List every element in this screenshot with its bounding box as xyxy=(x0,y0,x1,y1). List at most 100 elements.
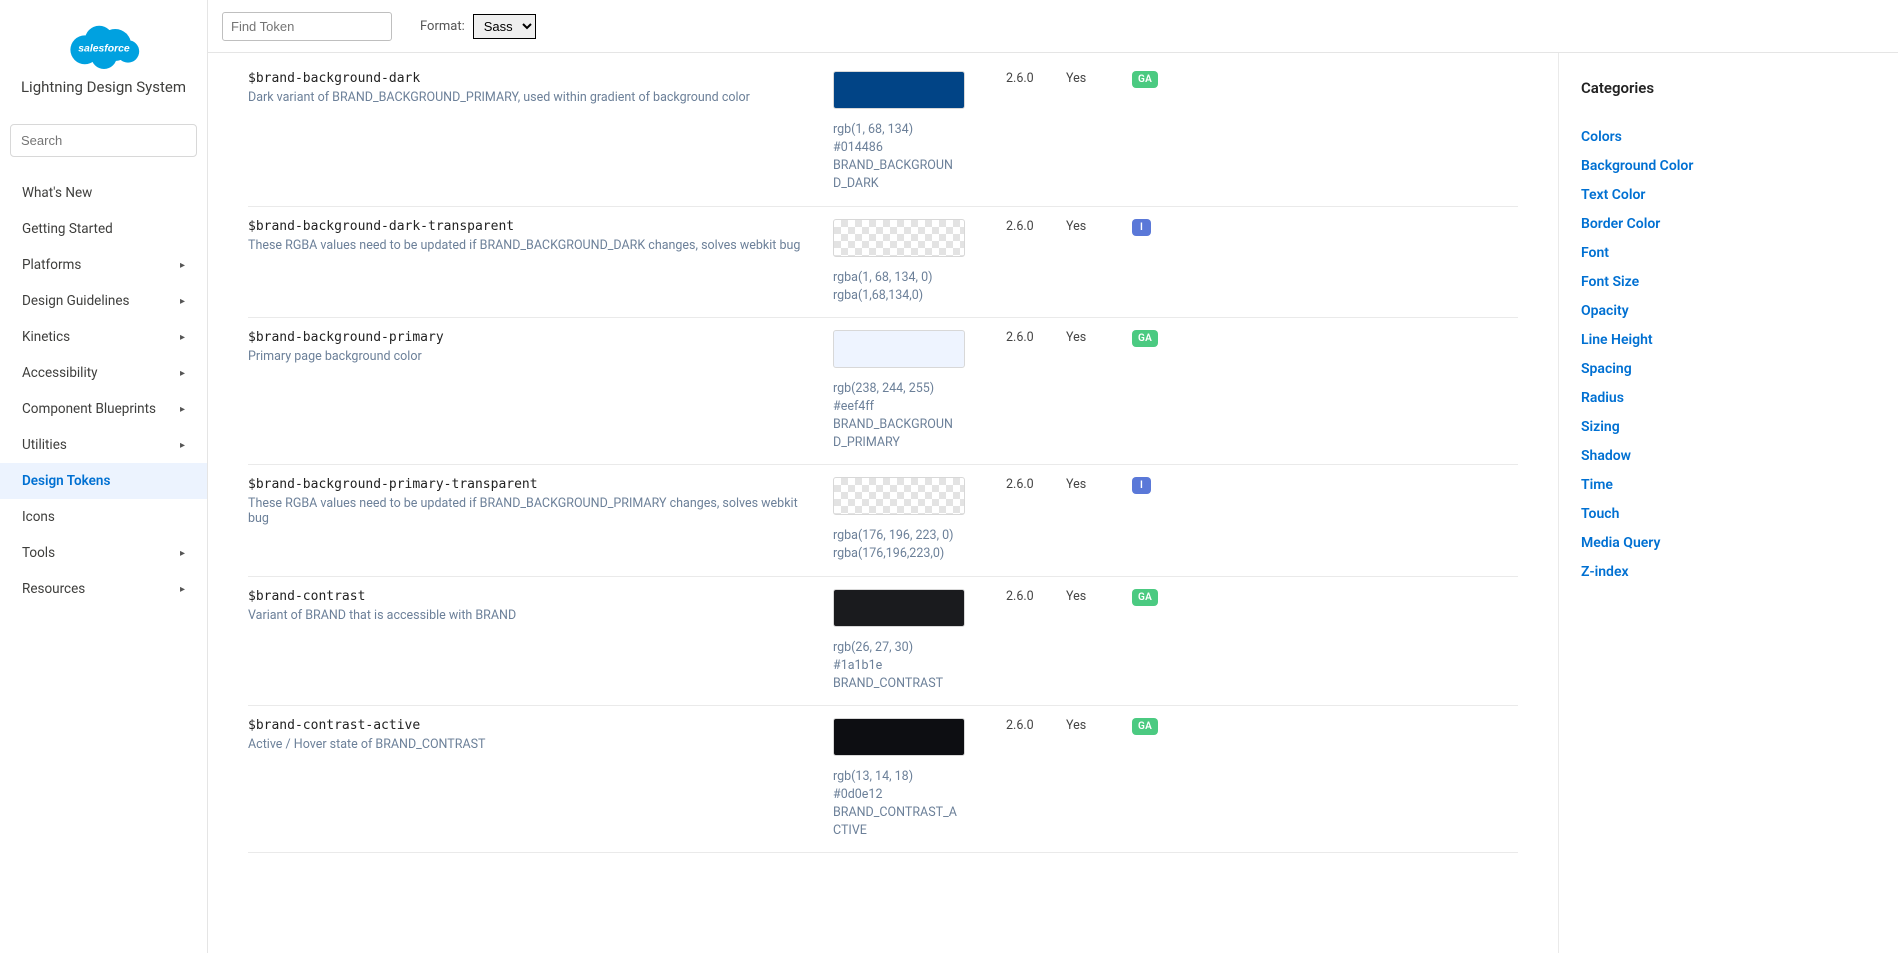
sidebar-item-label: Platforms xyxy=(22,257,81,273)
token-description: Dark variant of BRAND_BACKGROUND_PRIMARY… xyxy=(248,90,813,105)
category-link-z-index[interactable]: Z-index xyxy=(1581,564,1876,580)
categories-panel: Categories Colors Background Color Text Co… xyxy=(1558,53,1898,953)
token-name: $brand-background-dark xyxy=(248,71,813,86)
status-badge: I xyxy=(1132,219,1151,236)
category-link-opacity[interactable]: Opacity xyxy=(1581,303,1876,319)
token-name: $brand-contrast-active xyxy=(248,718,813,733)
sidebar-item-platforms[interactable]: Platforms ▸ xyxy=(0,247,207,283)
chevron-right-icon: ▸ xyxy=(180,332,185,343)
token-description: These RGBA values need to be updated if … xyxy=(248,496,813,526)
sidebar-item-label: Utilities xyxy=(22,437,67,453)
sidebar-item-label: Design Guidelines xyxy=(22,293,130,309)
token-release: 2.6.0 xyxy=(1006,718,1066,841)
token-themeable: Yes xyxy=(1066,330,1132,453)
token-name: $brand-contrast xyxy=(248,589,813,604)
category-link-media-query[interactable]: Media Query xyxy=(1581,535,1876,551)
sidebar-item-label: Accessibility xyxy=(22,365,98,381)
sidebar-item-label: Resources xyxy=(22,581,85,597)
token-release: 2.6.0 xyxy=(1006,219,1066,305)
sidebar-item-label: Getting Started xyxy=(22,221,113,237)
sidebar-search-input[interactable] xyxy=(10,124,197,157)
sidebar-item-label: What's New xyxy=(22,185,92,201)
token-row: $brand-contrast-active Active / Hover sta… xyxy=(248,706,1518,854)
sidebar-nav: What's NewGetting StartedPlatforms▸Desig… xyxy=(0,175,207,607)
category-link-time[interactable]: Time xyxy=(1581,477,1876,493)
token-row: $brand-background-primaryPrimary page ba… xyxy=(248,318,1518,466)
token-themeable: Yes xyxy=(1066,589,1132,693)
sidebar-item-label: Component Blueprints xyxy=(22,401,156,417)
sidebar-item-design-guidelines[interactable]: Design Guidelines ▸ xyxy=(0,283,207,319)
category-link-colors[interactable]: Colors xyxy=(1581,129,1876,145)
sidebar-item-kinetics[interactable]: Kinetics ▸ xyxy=(0,319,207,355)
category-link-shadow[interactable]: Shadow xyxy=(1581,448,1876,464)
sidebar-item-tools[interactable]: Tools ▸ xyxy=(0,535,207,571)
sidebar: salesforce Lightning Design System What'… xyxy=(0,0,208,953)
token-values: rgba(176, 196, 223, 0)rgba(176,196,223,0… xyxy=(833,527,958,563)
status-badge: GA xyxy=(1132,718,1158,735)
token-values: rgb(26, 27, 30)#1a1b1eBRAND_CONTRAST xyxy=(833,639,958,693)
chevron-right-icon: ▸ xyxy=(180,440,185,451)
category-link-font-size[interactable]: Font Size xyxy=(1581,274,1876,290)
topbar: Format: Sass xyxy=(208,0,1898,53)
category-link-text-color[interactable]: Text Color xyxy=(1581,187,1876,203)
token-release: 2.6.0 xyxy=(1006,477,1066,563)
token-row: $brand-background-dark Dark variant of BR… xyxy=(248,59,1518,207)
status-badge: I xyxy=(1132,477,1151,494)
sidebar-item-label: Tools xyxy=(22,545,55,561)
categories-heading: Categories xyxy=(1581,79,1876,97)
token-values: rgb(13, 14, 18)#0d0e12BRAND_CONTRAST_ACT… xyxy=(833,768,958,841)
sidebar-item-component-blueprints[interactable]: Component Blueprints ▸ xyxy=(0,391,207,427)
color-swatch xyxy=(833,219,965,257)
token-themeable: Yes xyxy=(1066,477,1132,563)
token-themeable: Yes xyxy=(1066,219,1132,305)
sidebar-item-accessibility[interactable]: Accessibility ▸ xyxy=(0,355,207,391)
format-label: Format: xyxy=(420,19,465,34)
sidebar-item-design-tokens[interactable]: Design Tokens xyxy=(0,463,207,499)
sidebar-item-getting-started[interactable]: Getting Started xyxy=(0,211,207,247)
salesforce-logo: salesforce xyxy=(64,18,144,72)
token-themeable: Yes xyxy=(1066,718,1132,841)
color-swatch xyxy=(833,71,965,109)
sidebar-item-utilities[interactable]: Utilities ▸ xyxy=(0,427,207,463)
svg-text:salesforce: salesforce xyxy=(78,43,130,54)
sidebar-item-label: Icons xyxy=(22,509,55,525)
category-link-border-color[interactable]: Border Color xyxy=(1581,216,1876,232)
token-values: rgb(238, 244, 255)#eef4ffBRAND_BACKGROUN… xyxy=(833,380,958,453)
category-link-line-height[interactable]: Line Height xyxy=(1581,332,1876,348)
color-swatch xyxy=(833,718,965,756)
token-row: $brand-background-dark-transparent These … xyxy=(248,207,1518,318)
status-badge: GA xyxy=(1132,330,1158,347)
token-row: $brand-background-primary-transparentThe… xyxy=(248,465,1518,576)
chevron-right-icon: ▸ xyxy=(180,296,185,307)
main-content: $brand-background-dark Dark variant of BR… xyxy=(208,53,1558,953)
sidebar-item-icons[interactable]: Icons xyxy=(0,499,207,535)
sidebar-item-what-s-new[interactable]: What's New xyxy=(0,175,207,211)
token-name: $brand-background-dark-transparent xyxy=(248,219,813,234)
sidebar-item-resources[interactable]: Resources▸ xyxy=(0,571,207,607)
category-link-font[interactable]: Font xyxy=(1581,245,1876,261)
token-description: Variant of BRAND that is accessible with… xyxy=(248,608,813,623)
sidebar-item-label: Design Tokens xyxy=(22,473,110,489)
chevron-right-icon: ▸ xyxy=(180,548,185,559)
token-release: 2.6.0 xyxy=(1006,330,1066,453)
status-badge: GA xyxy=(1132,589,1158,606)
status-badge: GA xyxy=(1132,71,1158,88)
token-values: rgb(1, 68, 134)#014486BRAND_BACKGROUND_D… xyxy=(833,121,958,194)
category-link-spacing[interactable]: Spacing xyxy=(1581,361,1876,377)
chevron-right-icon: ▸ xyxy=(180,260,185,271)
color-swatch xyxy=(833,589,965,627)
category-link-sizing[interactable]: Sizing xyxy=(1581,419,1876,435)
sidebar-item-label: Kinetics xyxy=(22,329,70,345)
token-description: These RGBA values need to be updated if … xyxy=(248,238,813,253)
token-values: rgba(1, 68, 134, 0)rgba(1,68,134,0) xyxy=(833,269,958,305)
find-token-input[interactable] xyxy=(222,12,392,41)
format-select[interactable]: Sass xyxy=(473,14,536,39)
chevron-right-icon: ▸ xyxy=(180,404,185,415)
token-description: Active / Hover state of BRAND_CONTRAST xyxy=(248,737,813,752)
category-link-touch[interactable]: Touch xyxy=(1581,506,1876,522)
category-link-background-color[interactable]: Background Color xyxy=(1581,158,1876,174)
chevron-right-icon: ▸ xyxy=(180,368,185,379)
token-name: $brand-background-primary xyxy=(248,330,813,345)
brand-title: Lightning Design System xyxy=(10,78,197,96)
category-link-radius[interactable]: Radius xyxy=(1581,390,1876,406)
